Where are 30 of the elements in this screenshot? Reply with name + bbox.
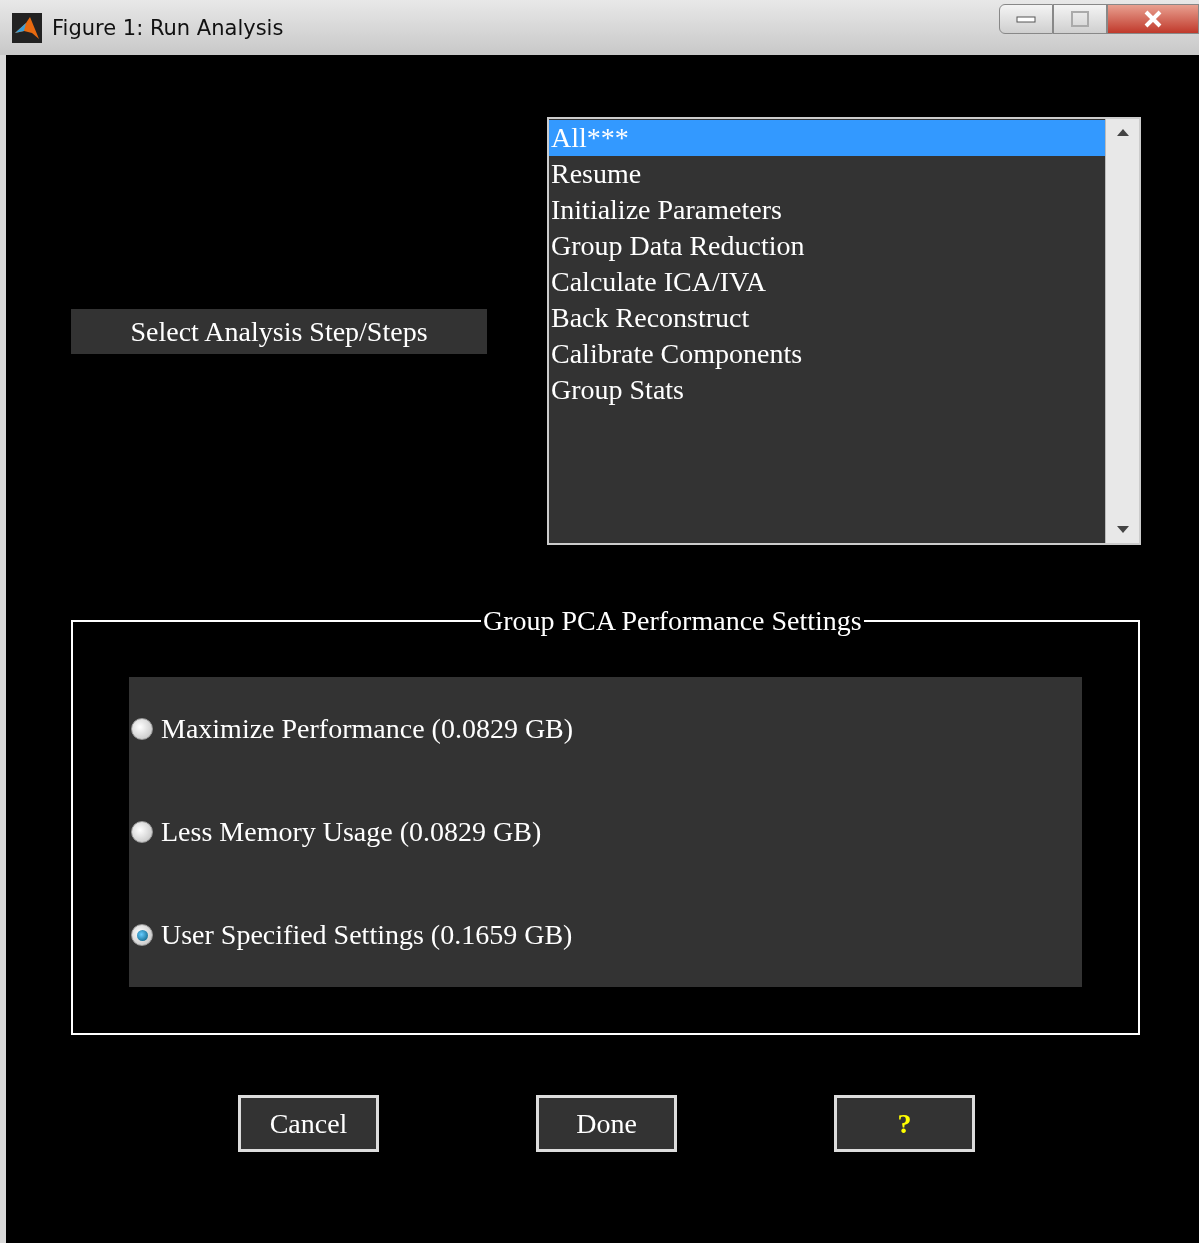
scroll-up-icon[interactable]	[1116, 129, 1129, 136]
list-item[interactable]: Resume	[549, 156, 1105, 192]
list-item[interactable]: Initialize Parameters	[549, 192, 1105, 228]
list-item[interactable]: Calculate ICA/IVA	[549, 264, 1105, 300]
list-item[interactable]: Group Data Reduction	[549, 228, 1105, 264]
scrollbar[interactable]	[1105, 119, 1139, 543]
window-title: Figure 1: Run Analysis	[52, 15, 285, 40]
list-item[interactable]: Calibrate Components	[549, 336, 1105, 372]
maximize-icon	[1071, 11, 1089, 27]
action-button[interactable]: Cancel	[238, 1095, 379, 1152]
steps-listbox[interactable]: All*** Resume Initialize Parameters Group Data Reduction Calculate ICA/IVA Back Reconstruct Calibrate Components Group Stats	[547, 117, 1141, 545]
radio-button[interactable]	[131, 924, 153, 947]
help-button[interactable]: ?	[834, 1095, 975, 1152]
minimize-button[interactable]	[999, 4, 1053, 34]
option-label: User Specified Settings (0.1659 GB)	[161, 919, 573, 952]
radio-button[interactable]	[131, 717, 153, 740]
maximize-button[interactable]	[1053, 4, 1107, 34]
close-icon	[1143, 10, 1163, 28]
option-label: Less Memory Usage (0.0829 GB)	[161, 816, 542, 848]
group-title: Group PCA Performance Settings	[482, 605, 863, 637]
scroll-down-icon[interactable]	[1116, 526, 1129, 533]
minimize-icon	[1016, 15, 1036, 23]
close-button[interactable]	[1107, 4, 1199, 34]
list-item[interactable]: Back Reconstruct	[549, 300, 1105, 336]
action-button[interactable]: Done	[536, 1095, 677, 1152]
list-item[interactable]: Group Stats	[549, 372, 1105, 408]
radio-button[interactable]	[131, 821, 153, 843]
option-label: Maximize Performance (0.0829 GB)	[161, 712, 574, 745]
step-label: Select Analysis Step/Steps	[71, 309, 487, 354]
app-logo-icon	[12, 12, 42, 43]
